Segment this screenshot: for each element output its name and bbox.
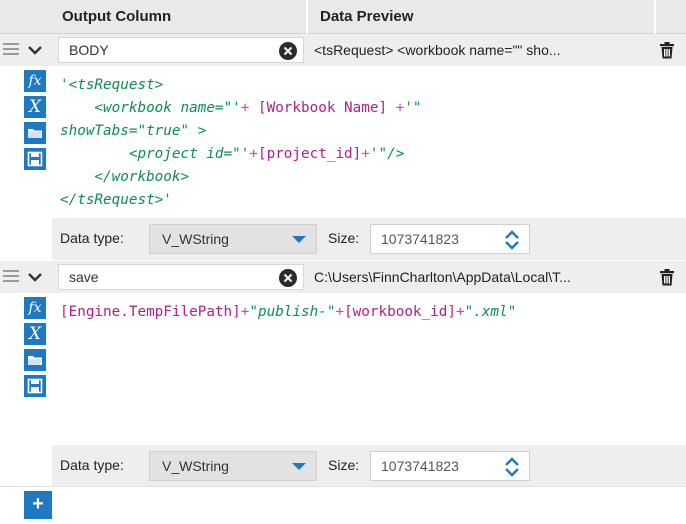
- header-data-preview[interactable]: Data Preview: [306, 0, 654, 34]
- data-type-bar-2: Data type: V_WString Size: 1073741823: [52, 445, 686, 487]
- data-preview-value: <tsRequest> <workbook name="" sho...: [309, 37, 646, 63]
- field-name-value: save: [69, 269, 99, 285]
- size-value: 1073741823: [381, 458, 459, 474]
- expression-area-2: fx X [Engine.TempFilePath]+"publish-"+[w…: [0, 293, 686, 445]
- size-input[interactable]: 1073741823: [370, 224, 530, 254]
- trash-icon[interactable]: [657, 40, 677, 60]
- spinner-arrows-icon[interactable]: [505, 230, 519, 250]
- field-row-2: save C:\Users\FinnCharlton\AppData\Local…: [0, 261, 686, 293]
- header-spacer: [0, 0, 52, 34]
- plus-icon: +: [32, 493, 44, 515]
- data-type-value: V_WString: [162, 458, 229, 474]
- data-type-label: Data type:: [60, 230, 124, 246]
- chevron-down-icon[interactable]: [26, 268, 44, 286]
- chevron-down-icon[interactable]: [26, 41, 44, 59]
- expression-editor[interactable]: [Engine.TempFilePath]+"publish-"+[workbo…: [60, 301, 670, 324]
- clear-icon[interactable]: [279, 42, 297, 60]
- field-name-input[interactable]: save: [58, 264, 304, 290]
- data-type-label: Data type:: [60, 457, 124, 473]
- grid-header: Output Column Data Preview: [0, 0, 686, 34]
- add-field-button[interactable]: +: [24, 491, 52, 519]
- dropdown-caret-icon: [292, 236, 306, 243]
- data-type-bar-1: Data type: V_WString Size: 1073741823: [52, 218, 686, 260]
- field-row-1: BODY <tsRequest> <workbook name="" sho..…: [0, 34, 686, 66]
- expression-editor[interactable]: '<tsRequest> <workbook name="'+ [Workboo…: [60, 74, 670, 212]
- clear-icon[interactable]: [279, 269, 297, 287]
- function-icon[interactable]: fx: [24, 297, 46, 319]
- grid-footer: +: [0, 486, 686, 524]
- field-name-input[interactable]: BODY: [58, 37, 304, 63]
- expression-toolbar: fx X: [24, 297, 46, 401]
- save-icon[interactable]: [24, 375, 46, 397]
- data-type-select[interactable]: V_WString: [149, 451, 317, 481]
- data-preview-value: C:\Users\FinnCharlton\AppData\Local\T...: [309, 264, 646, 290]
- variable-icon[interactable]: X: [24, 96, 46, 118]
- spinner-arrows-icon[interactable]: [505, 457, 519, 477]
- save-icon[interactable]: [24, 148, 46, 170]
- header-output-column[interactable]: Output Column: [52, 0, 304, 34]
- folder-icon[interactable]: [24, 122, 46, 144]
- field-name-value: BODY: [69, 42, 109, 58]
- trash-icon[interactable]: [657, 267, 677, 287]
- data-type-value: V_WString: [162, 231, 229, 247]
- data-type-select[interactable]: V_WString: [149, 224, 317, 254]
- header-actions: [654, 0, 686, 34]
- size-input[interactable]: 1073741823: [370, 451, 530, 481]
- expression-toolbar: fx X: [24, 70, 46, 174]
- dropdown-caret-icon: [292, 463, 306, 470]
- size-value: 1073741823: [381, 231, 459, 247]
- size-label: Size:: [328, 230, 360, 246]
- drag-handle-icon[interactable]: [3, 43, 19, 56]
- function-icon[interactable]: fx: [24, 70, 46, 92]
- drag-handle-icon[interactable]: [3, 270, 19, 283]
- expression-area-1: fx X '<tsRequest> <workbook name="'+ [Wo…: [0, 66, 686, 218]
- size-label: Size:: [328, 457, 360, 473]
- variable-icon[interactable]: X: [24, 323, 46, 345]
- folder-icon[interactable]: [24, 349, 46, 371]
